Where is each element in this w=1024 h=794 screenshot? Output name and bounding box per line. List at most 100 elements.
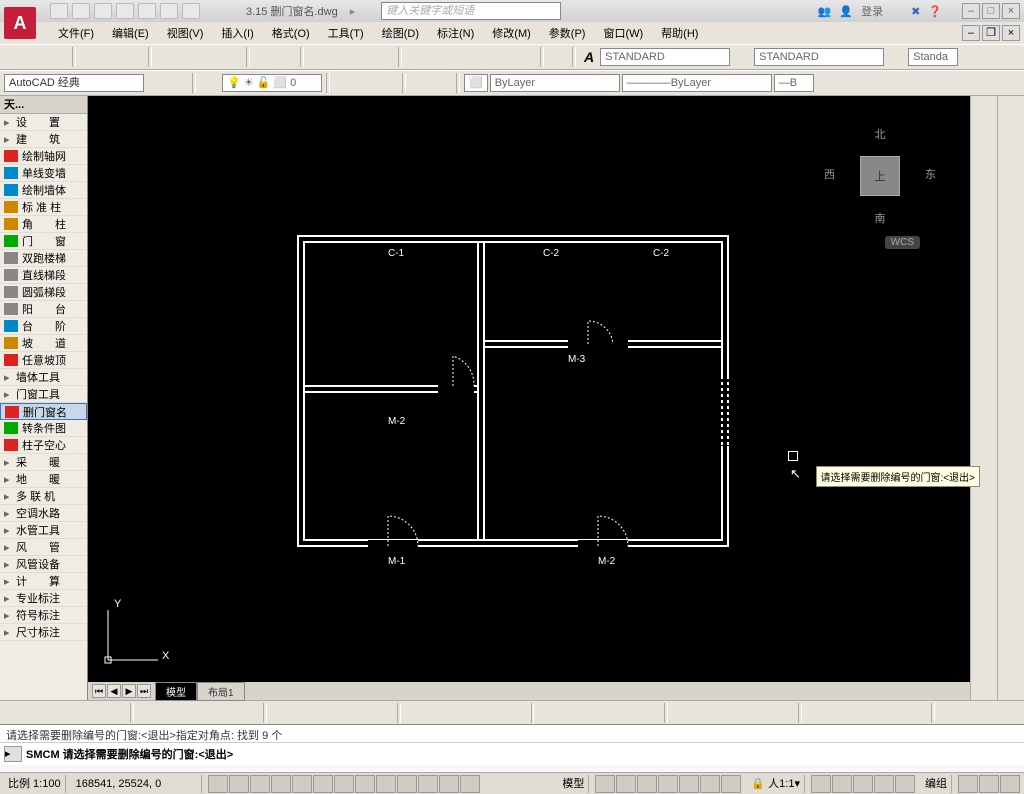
scale-field[interactable]: 比例 1:100: [4, 775, 66, 793]
status-qp-toggle[interactable]: [439, 775, 459, 793]
menu-parametric[interactable]: 参数(P): [541, 23, 594, 43]
copy-icon[interactable]: [973, 535, 995, 557]
create-block-icon[interactable]: [432, 73, 452, 93]
sheetset-icon[interactable]: [472, 47, 492, 67]
menu-file[interactable]: 文件(F): [50, 23, 102, 43]
qat-undo-icon[interactable]: [160, 3, 178, 19]
rect-icon[interactable]: [973, 167, 995, 189]
aux-btn-42[interactable]: [939, 703, 958, 723]
preview-icon[interactable]: [102, 47, 122, 67]
aux-btn-12[interactable]: [271, 703, 290, 723]
sb-hw-icon[interactable]: [895, 775, 915, 793]
status-polar-toggle[interactable]: [271, 775, 291, 793]
palette-item-4[interactable]: 绘制墙体: [0, 182, 87, 199]
scale-icon[interactable]: [1000, 259, 1022, 281]
title-arrow-icon[interactable]: ▸: [350, 5, 356, 18]
lineweight-combo[interactable]: — B: [774, 74, 814, 92]
aux-btn-0[interactable]: [4, 703, 23, 723]
measure-icon[interactable]: [973, 489, 995, 511]
aux-btn-4[interactable]: [87, 703, 106, 723]
palette-item-11[interactable]: 阳 台: [0, 301, 87, 318]
mirror2-icon[interactable]: [1000, 144, 1022, 166]
aux-btn-10[interactable]: [220, 703, 239, 723]
palette-item-6[interactable]: 角 柱: [0, 216, 87, 233]
palette-item-15[interactable]: ▸墙体工具: [0, 369, 87, 386]
extend-icon[interactable]: [1000, 328, 1022, 350]
sb-annovis-icon[interactable]: [811, 775, 831, 793]
move2-icon[interactable]: [1000, 213, 1022, 235]
palette-item-24[interactable]: ▸水管工具: [0, 522, 87, 539]
status-osnap-toggle[interactable]: [292, 775, 312, 793]
app-logo[interactable]: A: [4, 7, 36, 39]
join-icon[interactable]: [1000, 374, 1022, 396]
zoom-prev-icon[interactable]: [374, 47, 394, 67]
move-icon[interactable]: [973, 512, 995, 534]
layer-lock-icon[interactable]: [378, 73, 398, 93]
minimize-button[interactable]: –: [962, 3, 980, 19]
workspace-combo[interactable]: AutoCAD 经典: [4, 74, 144, 92]
layer-off-icon[interactable]: [356, 73, 376, 93]
properties-icon[interactable]: [406, 47, 426, 67]
offset-icon[interactable]: [1000, 167, 1022, 189]
tab-first-icon[interactable]: ⏮: [92, 684, 106, 698]
palette-item-25[interactable]: ▸风 管: [0, 539, 87, 556]
palette-item-12[interactable]: 台 阶: [0, 318, 87, 335]
qat-save-icon[interactable]: [94, 3, 112, 19]
menu-modify[interactable]: 修改(M): [484, 23, 539, 43]
palette-item-20[interactable]: ▸采 暖: [0, 454, 87, 471]
mtext-icon[interactable]: [973, 420, 995, 442]
zoom-window-icon[interactable]: [352, 47, 372, 67]
palette-item-5[interactable]: 标 准 柱: [0, 199, 87, 216]
sb-iso-icon[interactable]: [958, 775, 978, 793]
menu-dimension[interactable]: 标注(N): [429, 23, 482, 43]
login-label[interactable]: 登录: [861, 3, 883, 19]
gradient-icon[interactable]: [973, 351, 995, 373]
aux-btn-13[interactable]: [292, 703, 311, 723]
leader-icon[interactable]: [1000, 512, 1022, 534]
aux-btn-24[interactable]: [538, 703, 557, 723]
polygon-icon[interactable]: [973, 144, 995, 166]
layer-state-combo[interactable]: 💡 ☀ 🔓 ⬜ 0: [222, 74, 322, 92]
modelspace-button[interactable]: 模型: [558, 775, 589, 793]
tab-next-icon[interactable]: ▶: [122, 684, 136, 698]
aux-btn-27[interactable]: [600, 703, 619, 723]
palette-item-10[interactable]: 圆弧梯段: [0, 284, 87, 301]
edit-icon[interactable]: [1000, 558, 1022, 580]
mdi-restore-button[interactable]: ❐: [982, 25, 1000, 41]
color-swatch[interactable]: ⬜: [464, 74, 488, 92]
layer-manager-icon[interactable]: [200, 73, 220, 93]
tablestyle-combo[interactable]: Standa: [908, 48, 958, 66]
palette-item-29[interactable]: ▸符号标注: [0, 607, 87, 624]
aux-btn-29[interactable]: [642, 703, 661, 723]
status-grid-toggle[interactable]: [229, 775, 249, 793]
search-input[interactable]: 键入关键字或短语: [381, 2, 561, 20]
annoscale-field[interactable]: 🔒 人1:1▾: [747, 775, 805, 793]
workspace-gear-icon[interactable]: [146, 73, 166, 93]
region-icon[interactable]: [973, 374, 995, 396]
linetype-combo[interactable]: ———— ByLayer: [622, 74, 772, 92]
sb-autoscale-icon[interactable]: [832, 775, 852, 793]
maximize-button[interactable]: □: [982, 3, 1000, 19]
palette-item-0[interactable]: ▸设 置: [0, 114, 87, 131]
tab-model[interactable]: 模型: [155, 682, 197, 701]
coords-field[interactable]: 168541, 25524, 0: [72, 775, 202, 793]
aux-btn-20[interactable]: [446, 703, 465, 723]
copy-icon[interactable]: [178, 47, 198, 67]
status-dyn-toggle[interactable]: [376, 775, 396, 793]
compass-north[interactable]: 北: [830, 126, 930, 142]
palette-item-19[interactable]: 柱子空心: [0, 437, 87, 454]
publish-icon[interactable]: [124, 47, 144, 67]
aux-btn-8[interactable]: [179, 703, 198, 723]
login-icon[interactable]: 👤: [839, 5, 853, 18]
trim-icon[interactable]: [1000, 305, 1022, 327]
aux-btn-25[interactable]: [559, 703, 578, 723]
tab-prev-icon[interactable]: ◀: [107, 684, 121, 698]
sb-ws-icon[interactable]: [853, 775, 873, 793]
array-icon[interactable]: [1000, 190, 1022, 212]
compass-east[interactable]: 东: [925, 166, 936, 182]
break-icon[interactable]: [1000, 351, 1022, 373]
compass-west[interactable]: 西: [824, 166, 835, 182]
aux-btn-21[interactable]: [467, 703, 486, 723]
aux-btn-18[interactable]: [405, 703, 424, 723]
aux-btn-40[interactable]: [888, 703, 907, 723]
